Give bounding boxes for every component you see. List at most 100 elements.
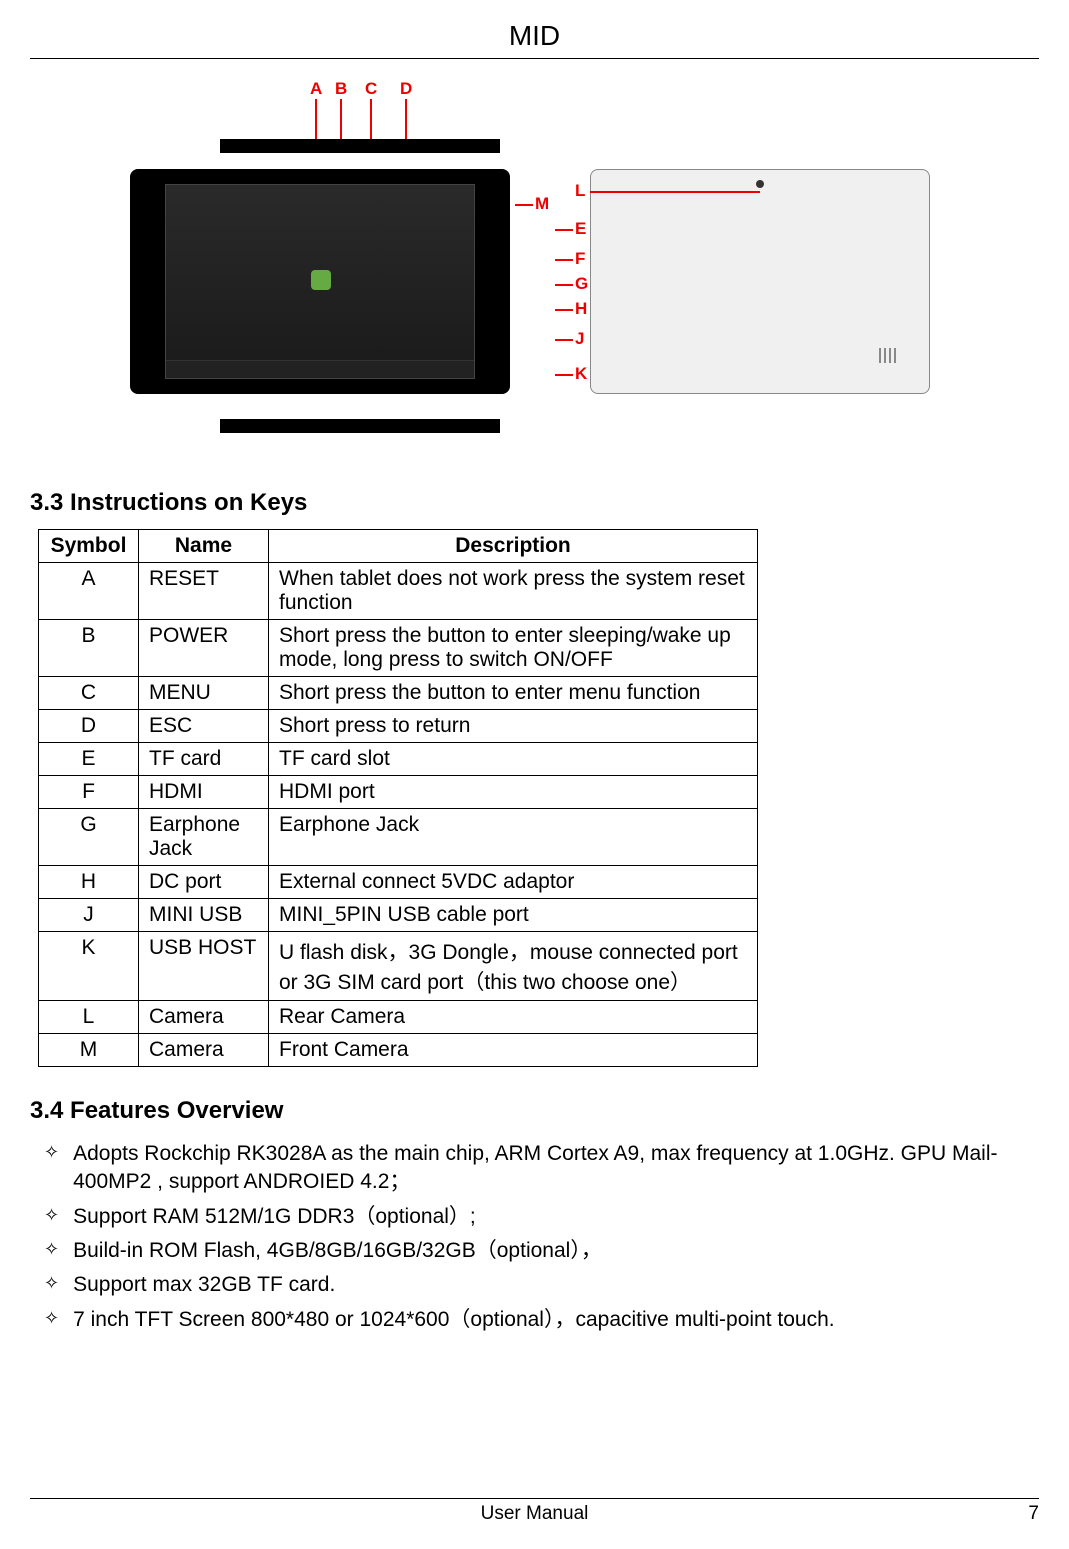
label-f: F: [575, 249, 585, 269]
table-row: HDC portExternal connect 5VDC adaptor: [39, 866, 758, 899]
th-name: Name: [139, 530, 269, 563]
tablet-back-view: [590, 169, 930, 394]
table-row: KUSB HOSTU flash disk，3G Dongle，mouse co…: [39, 932, 758, 1001]
table-row: CMENUShort press the button to enter men…: [39, 677, 758, 710]
cell-symbol: L: [39, 1001, 139, 1034]
cell-symbol: E: [39, 743, 139, 776]
cell-description: Front Camera: [269, 1034, 758, 1067]
features-list: ✧ Adopts Rockchip RK3028A as the main chi…: [38, 1137, 1039, 1337]
cell-name: MINI USB: [139, 899, 269, 932]
th-symbol: Symbol: [39, 530, 139, 563]
cell-name: POWER: [139, 620, 269, 677]
page-header: MID: [30, 20, 1039, 59]
cell-name: MENU: [139, 677, 269, 710]
line-m: [515, 204, 533, 206]
cell-name: RESET: [139, 563, 269, 620]
cell-symbol: J: [39, 899, 139, 932]
line-e: [555, 229, 573, 231]
line-f: [555, 259, 573, 261]
line-d: [405, 99, 407, 144]
table-row: MCameraFront Camera: [39, 1034, 758, 1067]
label-b: B: [335, 79, 347, 99]
line-a: [315, 99, 317, 144]
cell-symbol: F: [39, 776, 139, 809]
table-row: LCameraRear Camera: [39, 1001, 758, 1034]
feature-text: Support max 32GB TF card.: [73, 1271, 335, 1299]
label-l: L: [575, 181, 585, 201]
edge-bottom: [220, 419, 500, 433]
line-b: [340, 99, 342, 144]
cell-description: MINI_5PIN USB cable port: [269, 899, 758, 932]
cell-description: TF card slot: [269, 743, 758, 776]
page-footer: User Manual 7: [30, 1498, 1039, 1525]
cell-description: U flash disk，3G Dongle，mouse connected p…: [269, 932, 758, 1001]
table-row: DESCShort press to return: [39, 710, 758, 743]
cell-description: Rear Camera: [269, 1001, 758, 1034]
tablet-front-view: [130, 169, 510, 394]
cell-symbol: G: [39, 809, 139, 866]
th-description: Description: [269, 530, 758, 563]
table-row: ETF cardTF card slot: [39, 743, 758, 776]
feature-text: Adopts Rockchip RK3028A as the main chip…: [73, 1140, 1039, 1197]
page-number: 7: [1028, 1503, 1039, 1525]
table-row: FHDMIHDMI port: [39, 776, 758, 809]
cell-symbol: D: [39, 710, 139, 743]
cell-symbol: B: [39, 620, 139, 677]
cell-symbol: K: [39, 932, 139, 1001]
section-33-title: 3.3 Instructions on Keys: [30, 489, 1039, 517]
cell-description: Short press the button to enter menu fun…: [269, 677, 758, 710]
cell-name: HDMI: [139, 776, 269, 809]
screen-navbar: [166, 360, 474, 378]
feature-text: Support RAM 512M/1G DDR3（optional）;: [73, 1203, 476, 1231]
cell-description: External connect 5VDC adaptor: [269, 866, 758, 899]
label-a: A: [310, 79, 322, 99]
cell-description: Earphone Jack: [269, 809, 758, 866]
screen-android-icon: [311, 270, 331, 290]
section-34-title: 3.4 Features Overview: [30, 1097, 1039, 1125]
cell-name: DC port: [139, 866, 269, 899]
cell-symbol: A: [39, 563, 139, 620]
cell-description: Short press the button to enter sleeping…: [269, 620, 758, 677]
cell-symbol: M: [39, 1034, 139, 1067]
edge-top: [220, 139, 500, 153]
list-item: ✧Support RAM 512M/1G DDR3（optional）;: [38, 1200, 1039, 1234]
line-j: [555, 339, 573, 341]
cell-name: ESC: [139, 710, 269, 743]
table-row: GEarphone JackEarphone Jack: [39, 809, 758, 866]
cell-name: TF card: [139, 743, 269, 776]
cell-name: Earphone Jack: [139, 809, 269, 866]
label-d: D: [400, 79, 412, 99]
footer-text: User Manual: [481, 1503, 589, 1524]
line-c: [370, 99, 372, 144]
feature-text: Build-in ROM Flash, 4GB/8GB/16GB/32GB（op…: [73, 1237, 602, 1265]
line-l: [590, 191, 760, 193]
diamond-bullet-icon: ✧: [44, 1140, 59, 1164]
label-e: E: [575, 219, 586, 239]
line-h: [555, 309, 573, 311]
line-g: [555, 284, 573, 286]
header-title: MID: [509, 20, 560, 51]
label-m: M: [535, 194, 549, 214]
device-diagram: A B C D M L E F G H J K: [120, 79, 940, 459]
table-row: ARESETWhen tablet does not work press th…: [39, 563, 758, 620]
diamond-bullet-icon: ✧: [44, 1271, 59, 1295]
keys-table: Symbol Name Description ARESETWhen table…: [38, 529, 758, 1067]
label-k: K: [575, 364, 587, 384]
table-row: BPOWERShort press the button to enter sl…: [39, 620, 758, 677]
list-item: ✧ 7 inch TFT Screen 800*480 or 1024*600（o…: [38, 1303, 1039, 1337]
feature-text: 7 inch TFT Screen 800*480 or 1024*600（op…: [73, 1306, 835, 1334]
label-h: H: [575, 299, 587, 319]
cell-name: USB HOST: [139, 932, 269, 1001]
list-item: ✧ Support max 32GB TF card.: [38, 1268, 1039, 1302]
cell-description: When tablet does not work press the syst…: [269, 563, 758, 620]
table-row: JMINI USBMINI_5PIN USB cable port: [39, 899, 758, 932]
cell-name: Camera: [139, 1001, 269, 1034]
cell-symbol: H: [39, 866, 139, 899]
rear-camera-dot: [756, 180, 764, 188]
cell-name: Camera: [139, 1034, 269, 1067]
table-header-row: Symbol Name Description: [39, 530, 758, 563]
diamond-bullet-icon: ✧: [44, 1306, 59, 1330]
cell-symbol: C: [39, 677, 139, 710]
speaker-grille: [879, 348, 909, 363]
cell-description: HDMI port: [269, 776, 758, 809]
